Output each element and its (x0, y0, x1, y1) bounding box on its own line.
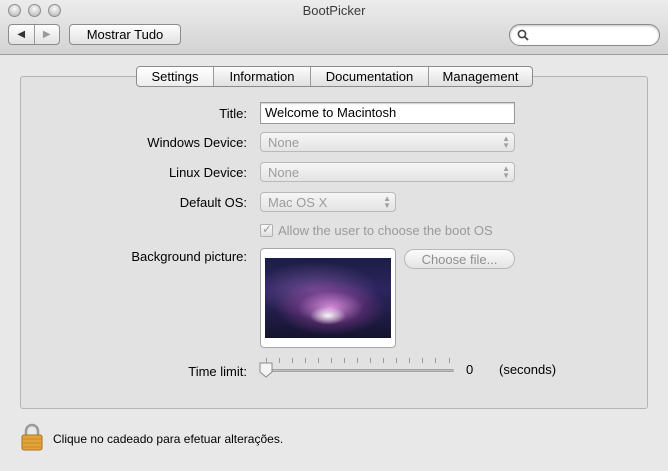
allow-choose-checkbox[interactable]: ✓ (260, 222, 273, 237)
allow-choose-row: ✓ Allow the user to choose the boot OS (260, 222, 493, 238)
title-field[interactable]: Welcome to Macintosh (260, 102, 515, 124)
choose-file-button[interactable]: Choose file... (404, 249, 515, 269)
popup-arrows-icon: ▲ ▼ (383, 194, 391, 210)
time-limit-label: Time limit: (188, 364, 247, 379)
lock-message: Clique no cadeado para efetuar alteraçõe… (53, 432, 284, 446)
background-picture-label: Background picture: (131, 249, 247, 264)
forward-button[interactable]: ▶ (33, 25, 60, 44)
slider-ticks (266, 358, 450, 363)
windows-device-popup[interactable]: None ▲ ▼ (260, 132, 515, 152)
linux-device-label: Linux Device: (168, 165, 247, 180)
linux-device-value: None (268, 165, 300, 180)
back-forward-control: ◀ ▶ (8, 24, 60, 45)
title-label: Title: (219, 106, 247, 121)
window-toolbar: BootPicker ◀ ▶ Mostrar Tudo (0, 0, 668, 55)
show-all-button[interactable]: Mostrar Tudo (69, 24, 181, 45)
windows-device-label: Windows Device: (147, 135, 247, 150)
time-limit-value: 0 (466, 362, 474, 377)
allow-choose-label: Allow the user to choose the boot OS (278, 223, 493, 238)
tab-management[interactable]: Management (428, 67, 532, 86)
linux-device-popup[interactable]: None ▲ ▼ (260, 162, 515, 182)
popup-arrows-icon: ▲ ▼ (502, 164, 510, 180)
tab-information[interactable]: Information (213, 67, 310, 86)
windows-device-value: None (268, 135, 300, 150)
background-picture-preview (265, 258, 391, 338)
tab-bar: Settings Information Documentation Manag… (136, 66, 533, 87)
checkmark-icon: ✓ (262, 222, 273, 236)
window-title: BootPicker (302, 3, 366, 18)
background-image-well[interactable] (260, 248, 396, 348)
tab-documentation[interactable]: Documentation (310, 67, 428, 86)
default-os-label: Default OS: (179, 195, 247, 210)
tab-settings[interactable]: Settings (137, 67, 213, 86)
slider-track (262, 369, 454, 372)
search-icon (517, 29, 529, 41)
back-arrow-icon: ◀ (17, 29, 26, 40)
forward-arrow-icon: ▶ (42, 29, 51, 40)
slider-knob[interactable] (259, 362, 273, 378)
time-limit-unit: (seconds) (499, 362, 557, 377)
default-os-popup[interactable]: Mac OS X ▲ ▼ (260, 192, 396, 212)
popup-arrows-icon: ▲ ▼ (502, 134, 510, 150)
back-button[interactable]: ◀ (9, 25, 34, 44)
time-limit-slider[interactable] (259, 356, 454, 378)
search-field[interactable] (509, 24, 660, 46)
lock-icon[interactable] (20, 423, 44, 451)
default-os-value: Mac OS X (268, 195, 328, 210)
